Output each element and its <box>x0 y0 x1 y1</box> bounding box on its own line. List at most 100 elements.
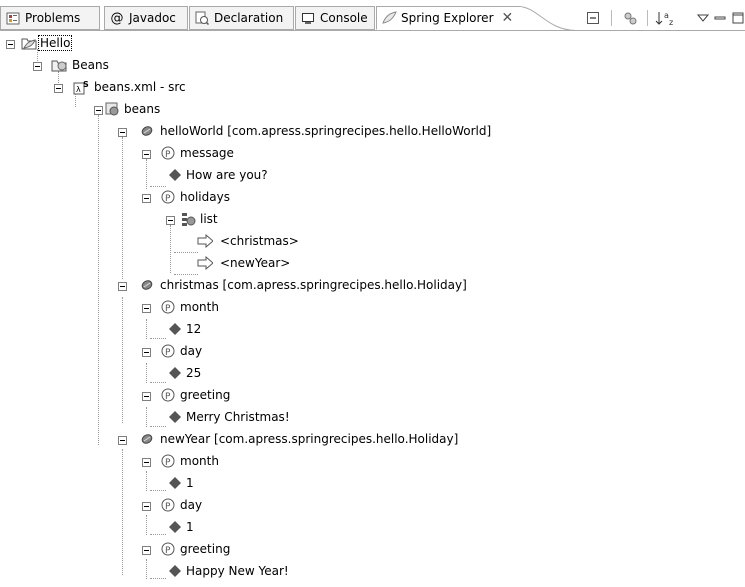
value-icon <box>167 519 183 535</box>
tree-connector <box>98 115 99 445</box>
collapse-toggle[interactable] <box>142 304 151 313</box>
view-menu-icon[interactable] <box>696 10 710 26</box>
collapse-toggle[interactable] <box>118 282 127 291</box>
collapse-toggle[interactable] <box>33 62 42 71</box>
tree-connector <box>150 578 166 579</box>
bean-icon <box>139 277 155 293</box>
collapse-toggle[interactable] <box>94 106 103 115</box>
collapse-all-icon[interactable] <box>585 10 601 26</box>
problems-icon <box>5 10 21 26</box>
tab-problems[interactable]: Problems <box>0 6 100 30</box>
bean-ref-icon <box>197 255 213 271</box>
tree-item-beans-folder[interactable]: Beans <box>72 58 109 72</box>
tree-item-value[interactable]: How are you? <box>186 168 268 182</box>
tree-item-value[interactable]: 12 <box>186 322 201 336</box>
bean-ref-icon <box>197 233 213 249</box>
collapse-toggle[interactable] <box>142 392 151 401</box>
bean-icon <box>139 123 155 139</box>
tree-item-property[interactable]: holidays <box>180 190 230 204</box>
tab-console[interactable]: Console <box>295 6 375 30</box>
tree-item-value[interactable]: 25 <box>186 366 201 380</box>
toolbar-separator <box>610 10 612 26</box>
collapse-toggle[interactable] <box>166 216 175 225</box>
svg-text:P: P <box>165 348 171 358</box>
collapse-toggle[interactable] <box>142 502 151 511</box>
collapse-toggle[interactable] <box>118 128 127 137</box>
tree-item-ref[interactable]: <newYear> <box>220 256 290 270</box>
svg-text:z: z <box>669 18 673 26</box>
tab-declaration[interactable]: Declaration <box>189 6 294 30</box>
tree-connector <box>146 159 147 189</box>
value-icon <box>167 475 183 491</box>
property-icon: P <box>160 299 176 315</box>
view-tab-bar: Problems @ Javadoc Declaration Console S… <box>0 0 745 32</box>
collapse-toggle[interactable] <box>142 458 151 467</box>
tree-connector <box>122 297 123 423</box>
tab-label: Spring Explorer <box>401 11 494 25</box>
tab-label: Console <box>320 11 368 25</box>
tree-item-property[interactable]: month <box>180 454 219 468</box>
svg-text:P: P <box>165 458 171 468</box>
collapse-toggle[interactable] <box>6 40 15 49</box>
property-icon: P <box>160 497 176 513</box>
list-icon <box>180 211 196 227</box>
svg-text:P: P <box>165 546 171 556</box>
tree-item-beans[interactable]: beans <box>124 102 160 116</box>
svg-text:P: P <box>165 150 171 160</box>
tree-item-property[interactable]: day <box>180 344 202 358</box>
tree-connector <box>146 559 147 579</box>
tree-item-bean[interactable]: christmas [com.apress.springrecipes.hell… <box>160 278 467 292</box>
tab-edge-curve <box>518 6 577 31</box>
beans-folder-icon <box>51 57 67 73</box>
value-icon <box>167 167 183 183</box>
tree-item-property[interactable]: greeting <box>180 542 230 556</box>
tree-connector <box>122 449 123 575</box>
tab-javadoc[interactable]: @ Javadoc <box>104 6 188 30</box>
at-icon: @ <box>110 10 124 26</box>
property-icon: P <box>160 387 176 403</box>
link-with-editor-icon[interactable] <box>622 10 638 26</box>
maximize-icon[interactable] <box>731 10 745 26</box>
tab-label: Javadoc <box>129 11 176 25</box>
minimize-icon[interactable] <box>713 10 727 26</box>
tree-item-property[interactable]: message <box>180 146 234 160</box>
tree-item-value[interactable]: Merry Christmas! <box>186 410 290 424</box>
collapse-toggle[interactable] <box>142 194 151 203</box>
tree-item-property[interactable]: day <box>180 498 202 512</box>
tree-item-value[interactable]: Happy New Year! <box>186 564 289 578</box>
tree-connector <box>146 407 147 427</box>
tree-item-value[interactable]: 1 <box>186 520 194 534</box>
tree-item-property[interactable]: greeting <box>180 388 230 402</box>
tree-item-config-file[interactable]: beans.xml - src <box>94 80 186 94</box>
property-icon: P <box>160 189 176 205</box>
svg-text:P: P <box>165 194 171 204</box>
tree-item-project[interactable]: Hello <box>37 35 73 51</box>
spring-explorer-tree[interactable]: Hello Beans λS beans.xml - src beans hel… <box>0 31 745 587</box>
tree-item-bean[interactable]: helloWorld [com.apress.springrecipes.hel… <box>160 124 491 138</box>
collapse-toggle[interactable] <box>118 436 127 445</box>
tree-item-ref[interactable]: <christmas> <box>220 234 299 248</box>
tab-label: Declaration <box>214 11 284 25</box>
toolbar-separator <box>646 10 648 26</box>
tree-item-bean[interactable]: newYear [com.apress.springrecipes.hello.… <box>160 432 458 446</box>
tree-connector <box>37 49 38 63</box>
tree-connector <box>146 363 147 383</box>
value-icon <box>167 365 183 381</box>
property-icon: P <box>160 541 176 557</box>
tree-connector <box>170 225 171 273</box>
sort-alphabetically-icon[interactable]: az <box>654 10 678 26</box>
collapse-toggle[interactable] <box>54 84 63 93</box>
collapse-toggle[interactable] <box>142 348 151 357</box>
tree-item-property[interactable]: month <box>180 300 219 314</box>
tree-item-value[interactable]: 1 <box>186 476 194 490</box>
tree-item-list[interactable]: list <box>200 212 218 226</box>
property-icon: P <box>160 343 176 359</box>
value-icon <box>167 409 183 425</box>
tab-spring-explorer[interactable]: Spring Explorer ✕ <box>376 6 521 30</box>
close-icon[interactable]: ✕ <box>502 10 514 26</box>
tree-connector <box>150 490 166 491</box>
svg-text:P: P <box>165 392 171 402</box>
collapse-toggle[interactable] <box>142 150 151 159</box>
collapse-toggle[interactable] <box>142 546 151 555</box>
tab-label: Problems <box>25 11 81 25</box>
